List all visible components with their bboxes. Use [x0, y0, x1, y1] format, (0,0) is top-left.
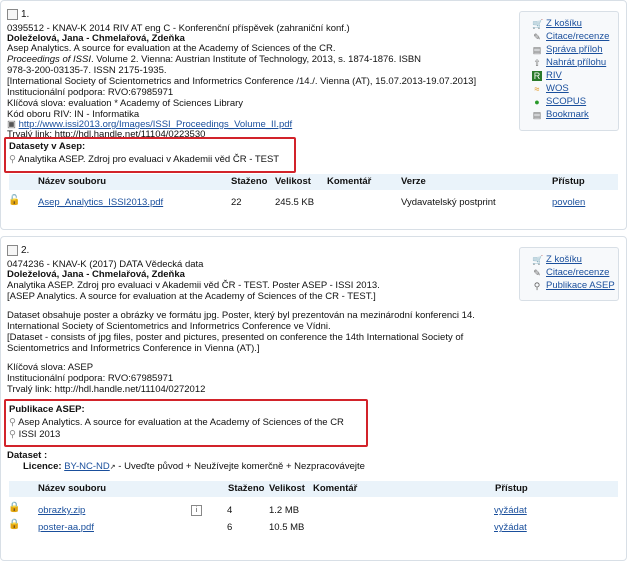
record-2-permalink: Trvalý link: http://hdl.handle.net/11104… [7, 384, 206, 395]
record-2-licence: Licence: BY-NC-ND↗ - Uveďte původ + Neuž… [23, 461, 365, 472]
record-1-checkbox[interactable] [7, 9, 18, 20]
record-1-dataset-item: ⚲ Analytika ASEP. Zdroj pro evaluaci v A… [9, 154, 280, 165]
record-2-checkbox[interactable] [7, 245, 18, 256]
magnifier-icon: ⚲ [9, 154, 16, 165]
wos-action[interactable]: ≈ WOS [532, 83, 569, 95]
citation-action[interactable]: ✎ Citace/recenze [532, 31, 609, 43]
record-2-authors: Doleželová, Jana - Chmelařová, Zdeňka [7, 269, 185, 280]
external-link-icon: ↗ [109, 464, 116, 471]
record-2-abstract-1: Dataset obsahuje poster a obrázky ve for… [7, 310, 475, 321]
file-link[interactable]: Asep_Analytics_ISSI2013.pdf [38, 197, 163, 208]
col-comment: Komentář [313, 483, 358, 494]
pencil-icon: ✎ [533, 32, 541, 42]
riv-icon: R [532, 71, 542, 81]
col-downloads: Staženo [228, 483, 265, 494]
bookmark-icon: ▤ [532, 110, 542, 120]
attachments-icon: ▤ [532, 45, 542, 55]
info-icon[interactable]: i [191, 505, 202, 516]
record-2-index: 2. [21, 245, 30, 256]
remove-from-cart-action[interactable]: 🛒 Z košíku [532, 254, 582, 266]
manage-attachments-action[interactable]: ▤ Správa příloh [532, 44, 603, 56]
lock-icon: 🔒 [8, 502, 21, 513]
record-1-proceedings: Proceedings of ISSI [7, 54, 91, 65]
upload-attachment-action[interactable]: ⇧ Nahrát přílohu [532, 57, 606, 69]
file-size: 10.5 MB [269, 522, 305, 533]
record-1-datasets-highlight: Datasety v Asep: ⚲ Analytika ASEP. Zdroj… [4, 137, 296, 173]
record-2-publication-item: ⚲ ISSI 2013 [9, 429, 61, 440]
record-2-title-en: [ASEP Analytics. A source for evaluation… [7, 291, 376, 302]
record-2-title: Analytika ASEP. Zdroj pro evaluaci v Aka… [7, 280, 380, 291]
record-2-abstract-2: International Society of Scientometrics … [7, 321, 331, 332]
file-link[interactable]: obrazky.zip [38, 505, 85, 516]
cart-icon: 🛒 [532, 255, 544, 265]
file-size: 1.2 MB [269, 505, 300, 516]
col-comment: Komentář [327, 176, 372, 187]
record-1-files-header: Název souboru Staženo Velikost Komentář … [9, 174, 618, 190]
file-downloads: 22 [231, 197, 242, 208]
file-downloads: 4 [227, 505, 233, 516]
record-2-keywords: Klíčová slova: ASEP [7, 362, 94, 373]
record-2-publication-item: ⚲ Asep Analytics. A source for evaluatio… [9, 417, 344, 428]
cart-icon: 🛒 [532, 19, 544, 29]
magnifier-icon: ⚲ [9, 429, 16, 440]
record-1-source: Proceedings of ISSI. Volume 2. Vienna: A… [7, 54, 421, 65]
col-downloads: Staženo [231, 176, 268, 187]
pencil-icon: ✎ [533, 268, 541, 278]
record-2-publications-title: Publikace ASEP: [9, 404, 85, 415]
citation-action[interactable]: ✎ Citace/recenze [532, 267, 609, 279]
record-2-dataset-label: Dataset : [7, 450, 48, 461]
magnifier-icon: ⚲ [533, 281, 541, 291]
col-version: Verze [401, 176, 426, 187]
file-version: Vydavatelský postprint [401, 197, 496, 208]
asep-publications-action[interactable]: ⚲ Publikace ASEP [532, 280, 615, 292]
record-2-actions-panel: 🛒 Z košíku ✎ Citace/recenze ⚲ Publikace ASE… [519, 247, 619, 301]
upload-icon: ⇧ [533, 58, 541, 68]
col-access: Přístup [552, 176, 585, 187]
record-2-publications-highlight: Publikace ASEP: ⚲ Asep Analytics. A sour… [4, 399, 368, 447]
record-1-title: Asep Analytics. A source for evaluation … [7, 43, 336, 54]
scopus-action[interactable]: ● SCOPUS [532, 96, 586, 108]
remove-from-cart-action[interactable]: 🛒 Z košíku [532, 18, 582, 30]
licence-link[interactable]: BY-NC-ND [64, 461, 110, 472]
col-size: Velikost [269, 483, 305, 494]
magnifier-icon: ⚲ [9, 417, 16, 428]
file-access-link[interactable]: vyžádat [494, 505, 527, 516]
record-2-abstract-4: Scientometrics and Informetrics Conferen… [7, 343, 260, 354]
record-1-datasets-title: Datasety v Asep: [9, 141, 86, 152]
record-1-source-rest: . Volume 2. Vienna: Austrian Institute o… [90, 54, 422, 65]
col-size: Velikost [275, 176, 311, 187]
record-1-support: Institucionální podpora: RVO:67985971 [7, 87, 174, 98]
col-filename: Název souboru [38, 483, 107, 494]
file-downloads: 6 [227, 522, 233, 533]
lock-icon: 🔒 [8, 519, 21, 530]
unlocked-icon: 🔓 [8, 195, 21, 206]
riv-action[interactable]: R RIV [532, 70, 562, 82]
file-access-link[interactable]: povolen [552, 197, 585, 208]
file-access-link[interactable]: vyžádat [494, 522, 527, 533]
col-filename: Název souboru [38, 176, 107, 187]
file-link[interactable]: poster-aa.pdf [38, 522, 94, 533]
record-1-conference: [International Society of Scientometrics… [7, 76, 477, 87]
record-1: 1. 0395512 - KNAV-K 2014 RIV AT eng C - … [0, 0, 627, 230]
record-2-abstract-3: [Dataset - consists of jpg files, poster… [7, 332, 464, 343]
wos-icon: ≈ [534, 84, 540, 94]
record-1-isbn: 978-3-200-03135-7. ISSN 2175-1935. [7, 65, 167, 76]
record-2-support: Institucionální podpora: RVO:67985971 [7, 373, 174, 384]
record-1-actions-panel: 🛒 Z košíku ✎ Citace/recenze ▤ Správa příloh… [519, 11, 619, 131]
col-access: Přístup [495, 483, 528, 494]
record-2-files-header: Název souboru Staženo Velikost Komentář … [9, 481, 618, 497]
record-1-keywords: Klíčová slova: evaluation * Academy of S… [7, 98, 244, 109]
bookmark-action[interactable]: ▤ Bookmark [532, 109, 589, 121]
record-1-index: 1. [21, 9, 30, 20]
file-size: 245.5 KB [275, 197, 315, 208]
record-2: 2. 0474236 - KNAV-K (2017) DATA Vědecká … [0, 236, 627, 561]
scopus-icon: ● [534, 97, 540, 107]
